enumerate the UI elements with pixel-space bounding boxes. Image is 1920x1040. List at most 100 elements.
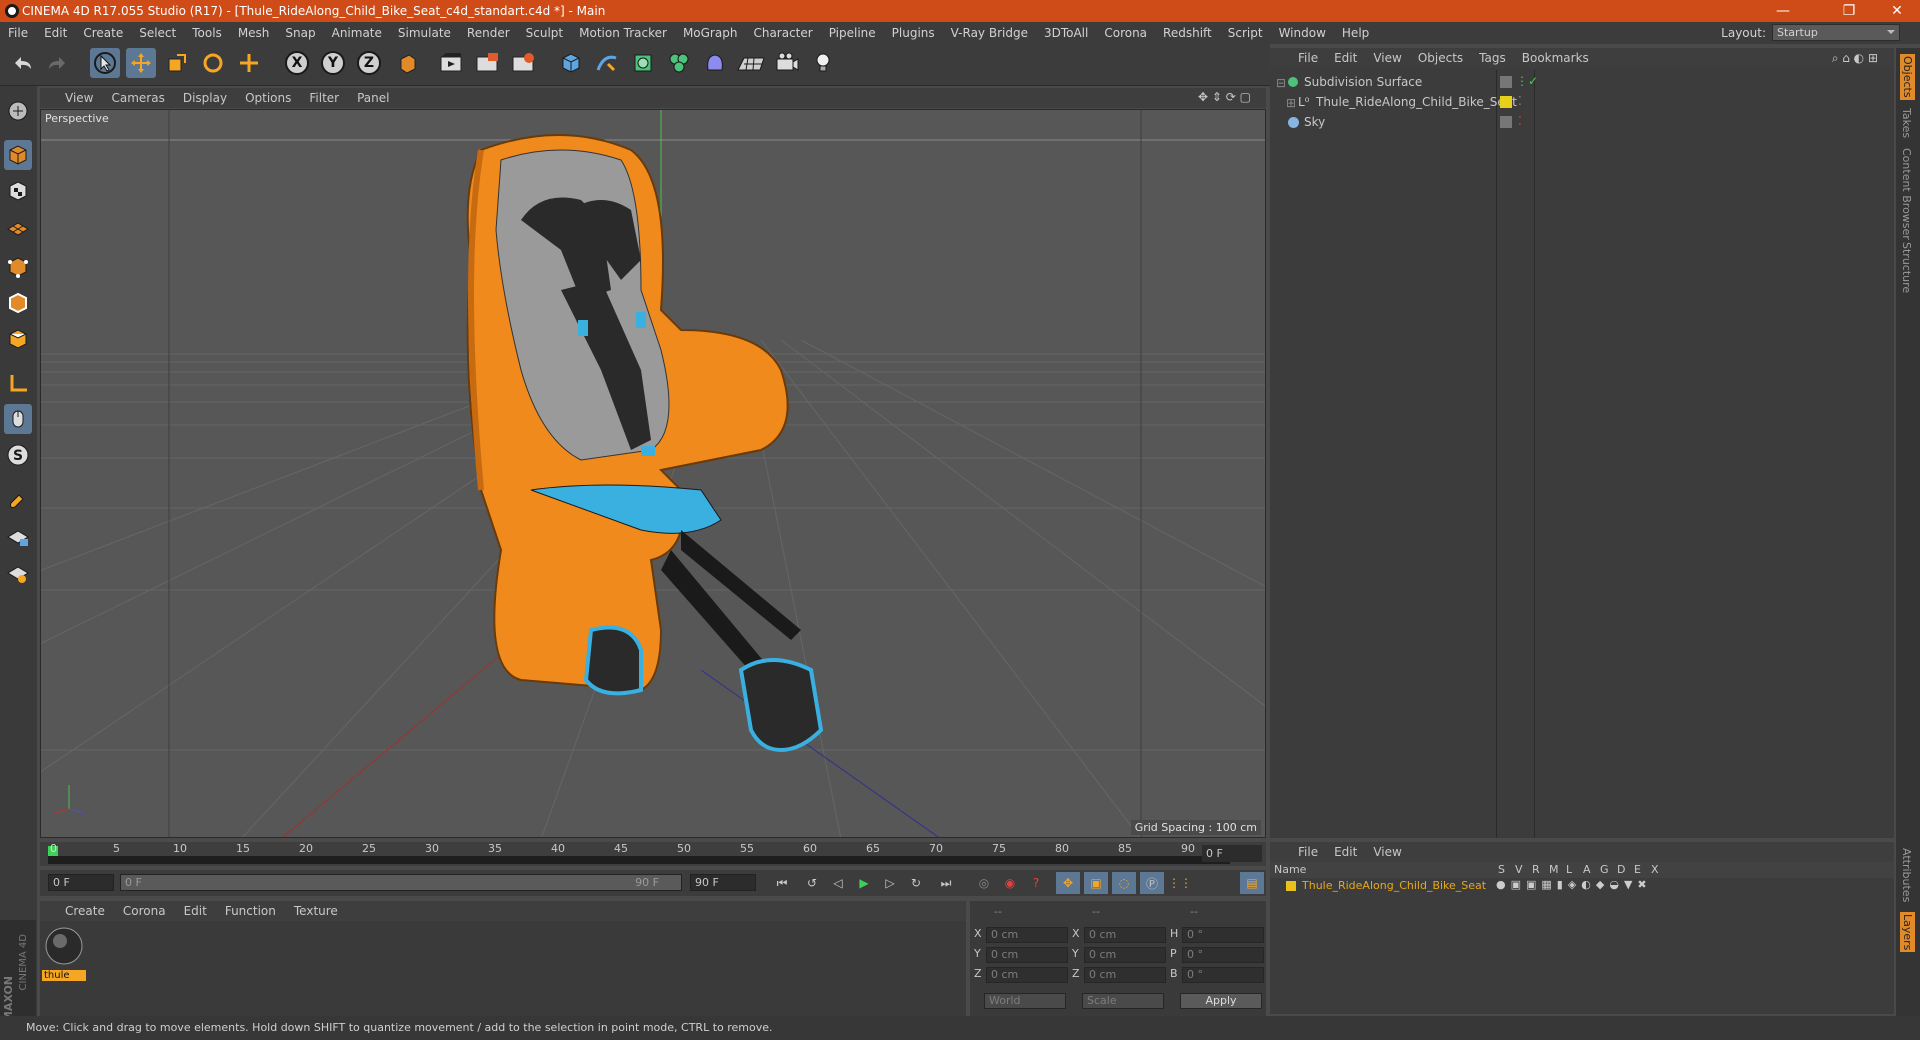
select-arrow-icon[interactable] xyxy=(90,48,120,78)
layer-col-d[interactable]: D xyxy=(1617,863,1625,876)
menu-mograph[interactable]: MoGraph xyxy=(675,26,746,40)
layer-color-icon[interactable] xyxy=(1500,96,1512,108)
coordinate-mode-select[interactable]: World xyxy=(984,993,1066,1009)
deformer-icon[interactable] xyxy=(700,48,730,78)
scale-tool-icon[interactable] xyxy=(162,48,192,78)
layer-icon[interactable] xyxy=(1500,116,1512,128)
viewport-nav-icons[interactable]: ✥ ⇕ ⟳ ▢ xyxy=(1189,90,1260,104)
render-view-icon[interactable] xyxy=(436,48,466,78)
render-region-icon[interactable] xyxy=(472,48,502,78)
key-rotation-icon[interactable]: ◌ xyxy=(1112,872,1136,894)
key-position-icon[interactable]: ✥ xyxy=(1056,872,1080,894)
object-menu-file[interactable]: File xyxy=(1290,51,1326,65)
expand-icon[interactable]: ⊞ xyxy=(1286,96,1296,110)
layer-col-x[interactable]: X xyxy=(1651,863,1659,876)
model-mode-icon[interactable] xyxy=(4,140,32,170)
layer-icon[interactable] xyxy=(1500,76,1512,88)
visibility-dots-icon[interactable]: ⁚ xyxy=(1518,94,1522,108)
autokey-icon[interactable]: ◉ xyxy=(998,872,1022,894)
tab-content-browser[interactable]: Content Browser xyxy=(1900,148,1913,240)
timeline-ruler[interactable]: 0 5 10 15 20 25 30 35 40 45 50 55 60 65 … xyxy=(40,842,1266,866)
undo-icon[interactable] xyxy=(8,48,38,78)
perspective-viewport[interactable]: Perspective Grid Spacing : 100 cm xyxy=(40,109,1266,838)
grid-snap-icon[interactable] xyxy=(4,558,32,588)
menu-sculpt[interactable]: Sculpt xyxy=(518,26,571,40)
object-menu-tags[interactable]: Tags xyxy=(1471,51,1514,65)
y-axis-lock[interactable]: Y xyxy=(318,48,348,78)
object-menu-edit[interactable]: Edit xyxy=(1326,51,1365,65)
material-swatch[interactable]: thule xyxy=(42,925,86,985)
coordinate-system-icon[interactable] xyxy=(392,48,422,78)
size-x-field[interactable]: 0 cm xyxy=(1084,927,1166,943)
layer-col-l[interactable]: L xyxy=(1566,863,1572,876)
viewport-menu-panel[interactable]: Panel xyxy=(348,91,398,105)
layer-col-s[interactable]: S xyxy=(1498,863,1505,876)
record-icon[interactable]: ◎ xyxy=(972,872,996,894)
menu-character[interactable]: Character xyxy=(745,26,820,40)
material-menu-create[interactable]: Create xyxy=(56,904,114,918)
axis-mode-icon[interactable] xyxy=(4,368,32,398)
position-x-field[interactable]: 0 cm xyxy=(986,927,1068,943)
points-mode-icon[interactable] xyxy=(4,252,32,282)
menu-simulate[interactable]: Simulate xyxy=(390,26,459,40)
frame-range-slider[interactable]: 0 F 90 F xyxy=(120,874,682,891)
move-tool-icon[interactable] xyxy=(126,48,156,78)
menu-render[interactable]: Render xyxy=(459,26,518,40)
play-icon[interactable]: ▶ xyxy=(852,872,876,894)
redo-icon[interactable] xyxy=(42,48,72,78)
tab-layers[interactable]: Layers xyxy=(1900,912,1915,953)
object-menu-bookmarks[interactable]: Bookmarks xyxy=(1514,51,1597,65)
size-z-field[interactable]: 0 cm xyxy=(1084,967,1166,983)
texture-mode-icon[interactable] xyxy=(4,176,32,206)
menu-3dtoall[interactable]: 3DToAll xyxy=(1036,26,1096,40)
scale-mode-select[interactable]: Scale xyxy=(1082,993,1164,1009)
menu-script[interactable]: Script xyxy=(1220,26,1271,40)
tab-objects[interactable]: Objects xyxy=(1900,54,1915,100)
visibility-dots-icon[interactable]: ⁚ xyxy=(1518,114,1522,128)
menu-window[interactable]: Window xyxy=(1271,26,1334,40)
menu-corona[interactable]: Corona xyxy=(1096,26,1155,40)
previous-frame-icon[interactable]: ◁ xyxy=(826,872,850,894)
previous-keyframe-icon[interactable]: ↺ xyxy=(800,872,824,894)
object-menu-view[interactable]: View xyxy=(1365,51,1409,65)
x-axis-lock[interactable]: X xyxy=(282,48,312,78)
key-parameter-icon[interactable]: Ⓟ xyxy=(1140,872,1164,894)
rotation-b-field[interactable]: 0 ° xyxy=(1182,967,1264,983)
layer-row[interactable]: Thule_RideAlong_Child_Bike_Seat ●▣▣▦▮◈◐◆… xyxy=(1270,878,1894,894)
tab-structure[interactable]: Structure xyxy=(1900,242,1913,293)
tab-takes[interactable]: Takes xyxy=(1900,108,1913,138)
workplane-mode-icon[interactable] xyxy=(4,212,32,242)
expand-icon[interactable]: ⊟ xyxy=(1276,76,1286,90)
transform-tool-icon[interactable] xyxy=(234,48,264,78)
close-button[interactable]: ✕ xyxy=(1874,0,1920,22)
layer-col-v[interactable]: V xyxy=(1515,863,1523,876)
rotate-tool-icon[interactable] xyxy=(198,48,228,78)
layout-select[interactable]: Startup xyxy=(1772,24,1900,41)
layer-col-e[interactable]: E xyxy=(1634,863,1641,876)
viewport-menu-cameras[interactable]: Cameras xyxy=(102,91,173,105)
maximize-button[interactable]: ❐ xyxy=(1826,0,1872,22)
menu-animate[interactable]: Animate xyxy=(324,26,390,40)
tweak-mode-icon[interactable] xyxy=(4,404,32,434)
minimize-button[interactable]: — xyxy=(1760,0,1806,22)
menu-pipeline[interactable]: Pipeline xyxy=(821,26,884,40)
menu-plugins[interactable]: Plugins xyxy=(884,26,943,40)
cloner-icon[interactable] xyxy=(664,48,694,78)
menu-motion-tracker[interactable]: Motion Tracker xyxy=(571,26,675,40)
render-settings-icon[interactable] xyxy=(508,48,538,78)
tab-attributes[interactable]: Attributes xyxy=(1900,848,1913,902)
material-menu-function[interactable]: Function xyxy=(216,904,285,918)
timeline-window-icon[interactable]: ▤ xyxy=(1240,872,1264,894)
next-keyframe-icon[interactable]: ↻ xyxy=(904,872,928,894)
position-z-field[interactable]: 0 cm xyxy=(986,967,1068,983)
floor-environment-icon[interactable] xyxy=(736,48,766,78)
layer-menu-file[interactable]: File xyxy=(1290,845,1326,859)
pen-spline-icon[interactable] xyxy=(592,48,622,78)
workplane-lock-icon[interactable] xyxy=(4,522,32,552)
enabled-check-icon[interactable]: ⋮✓ xyxy=(1516,74,1538,88)
camera-icon[interactable] xyxy=(772,48,802,78)
object-row-sky[interactable]: Sky ⁚ xyxy=(1270,114,1894,132)
layer-menu-view[interactable]: View xyxy=(1365,845,1409,859)
object-manager-search-icon[interactable]: ⌕ ⌂ ◐ ⊞ xyxy=(1824,51,1886,66)
current-frame-field[interactable]: 0 F xyxy=(1202,845,1262,862)
